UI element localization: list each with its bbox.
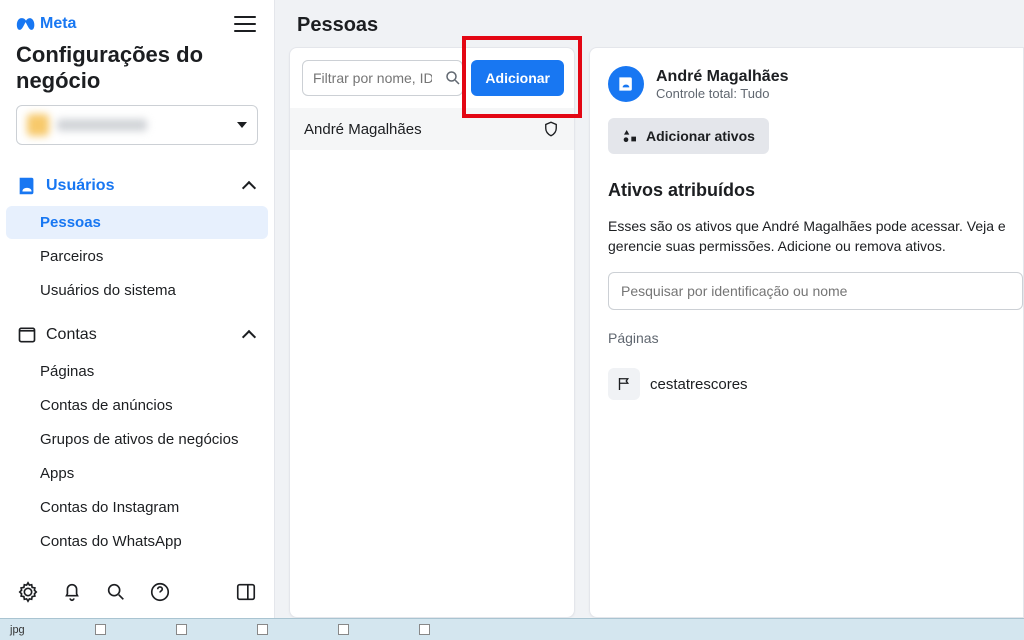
asset-search-input[interactable] — [608, 272, 1023, 310]
meta-icon — [16, 14, 36, 34]
assets-section-title: Ativos atribuídos — [608, 180, 1023, 201]
add-person-button[interactable]: Adicionar — [471, 60, 564, 96]
help-icon[interactable] — [148, 580, 172, 604]
add-assets-label: Adicionar ativos — [646, 128, 755, 144]
settings-icon[interactable] — [16, 580, 40, 604]
nav-item-usuarios-sistema[interactable]: Usuários do sistema — [6, 274, 268, 307]
nav-item-paginas[interactable]: Páginas — [6, 355, 268, 388]
detail-user-name: André Magalhães — [656, 68, 788, 86]
search-icon[interactable] — [104, 580, 128, 604]
chevron-up-icon — [244, 328, 258, 342]
people-filter-input[interactable] — [302, 60, 463, 96]
nav-item-pessoas[interactable]: Pessoas — [6, 206, 268, 239]
users-icon — [16, 175, 38, 197]
person-detail-panel: André Magalhães Controle total: Tudo Adi… — [589, 47, 1024, 618]
account-selector[interactable] — [16, 105, 258, 145]
person-name: André Magalhães — [304, 121, 422, 138]
plus-shapes-icon — [622, 128, 638, 144]
nav-item-grupos-ativos[interactable]: Grupos de ativos de negócios — [6, 423, 268, 456]
avatar — [608, 66, 644, 102]
sidebar-title: Configurações do negócio — [16, 42, 258, 95]
nav: Usuários Pessoas Parceiros Usuários do s… — [0, 149, 274, 570]
person-row[interactable]: André Magalhães — [290, 108, 574, 150]
caret-down-icon — [237, 122, 247, 128]
nav-group-users[interactable]: Usuários — [6, 169, 268, 203]
hamburger-icon[interactable] — [234, 12, 258, 36]
people-list-panel: Adicionar André Magalhães — [289, 47, 575, 618]
flag-icon — [608, 368, 640, 400]
nav-item-apps[interactable]: Apps — [6, 457, 268, 490]
bell-icon[interactable] — [60, 580, 84, 604]
assets-section-desc: Esses são os ativos que André Magalhães … — [608, 217, 1023, 256]
nav-item-instagram[interactable]: Contas do Instagram — [6, 491, 268, 524]
page-title: Pessoas — [275, 0, 1024, 47]
sidebar-footer — [0, 570, 274, 618]
nav-group-accounts[interactable]: Contas — [6, 318, 268, 352]
sidebar: Meta Configurações do negócio Usuários — [0, 0, 275, 618]
chevron-up-icon — [244, 179, 258, 193]
nav-item-parceiros[interactable]: Parceiros — [6, 240, 268, 273]
nav-item-whatsapp[interactable]: Contas do WhatsApp — [6, 525, 268, 558]
asset-name: cestatrescores — [650, 376, 748, 393]
pages-group-label: Páginas — [608, 330, 1023, 346]
add-assets-button[interactable]: Adicionar ativos — [608, 118, 769, 154]
os-taskbar: jpg — [0, 618, 1024, 640]
meta-logo: Meta — [16, 14, 76, 34]
detail-user-role: Controle total: Tudo — [656, 86, 788, 101]
nav-item-contas-anuncios[interactable]: Contas de anúncios — [6, 389, 268, 422]
shield-icon — [542, 120, 560, 138]
brand-text: Meta — [40, 15, 76, 33]
nav-group-label: Usuários — [46, 177, 114, 195]
nav-group-label: Contas — [46, 326, 97, 344]
main: Pessoas Adicionar André Magalhães — [275, 0, 1024, 618]
panel-toggle-icon[interactable] — [234, 580, 258, 604]
accounts-icon — [16, 324, 38, 346]
asset-row[interactable]: cestatrescores — [608, 362, 1023, 406]
